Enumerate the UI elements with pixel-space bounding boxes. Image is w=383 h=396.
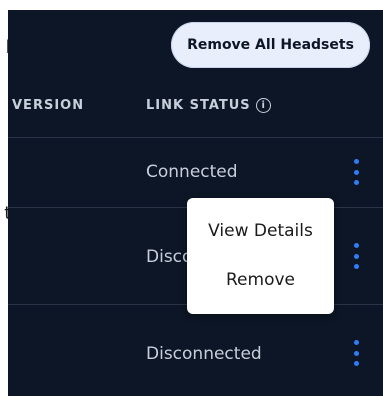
column-header-link-status[interactable]: LINK STATUS i <box>146 98 271 113</box>
kebab-menu-icon[interactable] <box>350 243 362 269</box>
row-context-menu: View Details Remove <box>187 198 334 314</box>
column-header-version[interactable]: VERSION <box>12 98 84 113</box>
link-status-cell: Connected <box>146 162 238 182</box>
kebab-menu-icon[interactable] <box>350 159 362 185</box>
menu-item-view-details[interactable]: View Details <box>187 221 334 241</box>
column-header-link-status-label: LINK STATUS <box>146 98 251 113</box>
info-icon[interactable]: i <box>255 98 271 113</box>
link-status-cell: Disconnected <box>146 344 262 364</box>
remove-all-headsets-button[interactable]: Remove All Headsets <box>171 22 370 68</box>
headsets-panel: Remove All Headsets VERSION LINK STATUS … <box>8 10 383 396</box>
menu-item-remove[interactable]: Remove <box>187 270 334 290</box>
kebab-menu-icon[interactable] <box>350 340 362 366</box>
row-divider <box>8 137 383 138</box>
